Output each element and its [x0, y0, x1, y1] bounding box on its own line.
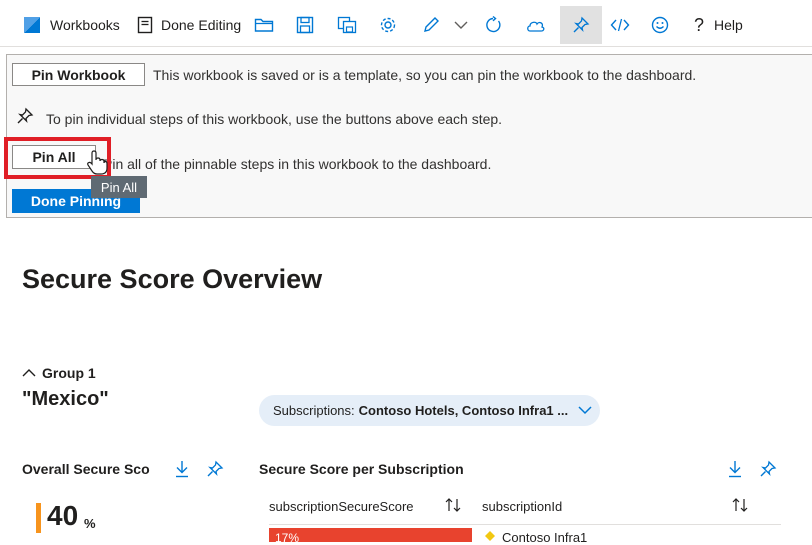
group-label: Group 1 — [42, 365, 96, 381]
chevron-up-icon — [22, 365, 36, 381]
pin-icon[interactable] — [206, 460, 224, 478]
subscriptions-filter[interactable]: Subscriptions: Contoso Hotels, Contoso I… — [259, 395, 600, 426]
page-title: Secure Score Overview — [22, 264, 323, 294]
save-as-button[interactable] — [337, 10, 357, 40]
toolbar: Workbooks Done Editing ? Help — [0, 0, 812, 47]
subscription-id-text: Contoso Infra1 — [502, 530, 588, 545]
per-subscription-title: Secure Score per Subscription — [259, 461, 464, 477]
pin-step-icon — [16, 107, 34, 130]
pin-icon — [572, 16, 590, 39]
settings-gear-icon — [379, 16, 397, 34]
edit-pencil-icon — [422, 16, 440, 34]
share-icon — [526, 16, 546, 34]
sort-icon[interactable] — [731, 498, 749, 517]
pin-icon[interactable] — [759, 460, 777, 478]
overall-score-unit: % — [84, 516, 96, 531]
table-header-divider — [269, 524, 781, 525]
feedback-button[interactable] — [651, 10, 669, 40]
done-editing-label: Done Editing — [161, 17, 242, 33]
done-editing-icon — [137, 16, 153, 34]
group-name: "Mexico" — [22, 388, 109, 410]
workbooks-button[interactable]: Workbooks — [24, 10, 120, 40]
share-button[interactable] — [526, 10, 546, 40]
hand-cursor-icon — [86, 150, 108, 181]
feedback-smiley-icon — [651, 16, 669, 34]
column-header-subscription-id[interactable]: subscriptionId — [482, 499, 562, 514]
sort-icon[interactable] — [444, 498, 462, 517]
pin-steps-description: To pin individual steps of this workbook… — [46, 111, 503, 127]
help-label: Help — [714, 17, 743, 33]
score-accent-bar — [36, 503, 41, 533]
group-toggle[interactable]: Group 1 — [22, 365, 96, 381]
edit-dropdown-button[interactable] — [454, 10, 468, 40]
subscriptions-label: Subscriptions: — [273, 403, 355, 418]
subscription-id-cell[interactable]: Contoso Infra1 — [484, 530, 587, 545]
chevron-down-icon — [454, 20, 468, 30]
edit-button[interactable] — [422, 10, 440, 40]
pin-all-description: Pin all of the pinnable steps in this wo… — [103, 156, 492, 172]
workbooks-logo-icon — [24, 17, 40, 33]
done-editing-button[interactable]: Done Editing — [137, 10, 241, 40]
overall-score-value: 40 — [47, 500, 79, 531]
save-icon — [296, 16, 314, 34]
refresh-button[interactable] — [484, 10, 502, 40]
pin-workbook-description: This workbook is saved or is a template,… — [153, 67, 697, 83]
code-icon — [610, 17, 630, 33]
workbooks-label: Workbooks — [50, 17, 120, 33]
subscription-key-icon — [484, 530, 496, 545]
advanced-editor-button[interactable] — [610, 10, 630, 40]
pin-toolbar-button[interactable] — [560, 6, 602, 44]
help-icon: ? — [694, 14, 705, 35]
overall-secure-score-title: Overall Secure Scor — [22, 461, 150, 477]
open-button[interactable] — [254, 10, 274, 40]
column-header-score[interactable]: subscriptionSecureScore — [269, 499, 414, 514]
settings-button[interactable] — [379, 10, 397, 40]
pin-workbook-button[interactable]: Pin Workbook — [12, 63, 145, 86]
download-icon[interactable] — [727, 460, 745, 478]
chevron-down-icon — [578, 403, 592, 418]
help-button[interactable]: ? Help — [694, 10, 743, 40]
save-as-icon — [337, 16, 357, 34]
subscriptions-value: Contoso Hotels, Contoso Infra1 ... — [358, 403, 569, 418]
refresh-icon — [484, 16, 502, 34]
download-icon[interactable] — [174, 460, 192, 478]
save-button[interactable] — [296, 10, 314, 40]
open-folder-icon — [254, 17, 274, 33]
